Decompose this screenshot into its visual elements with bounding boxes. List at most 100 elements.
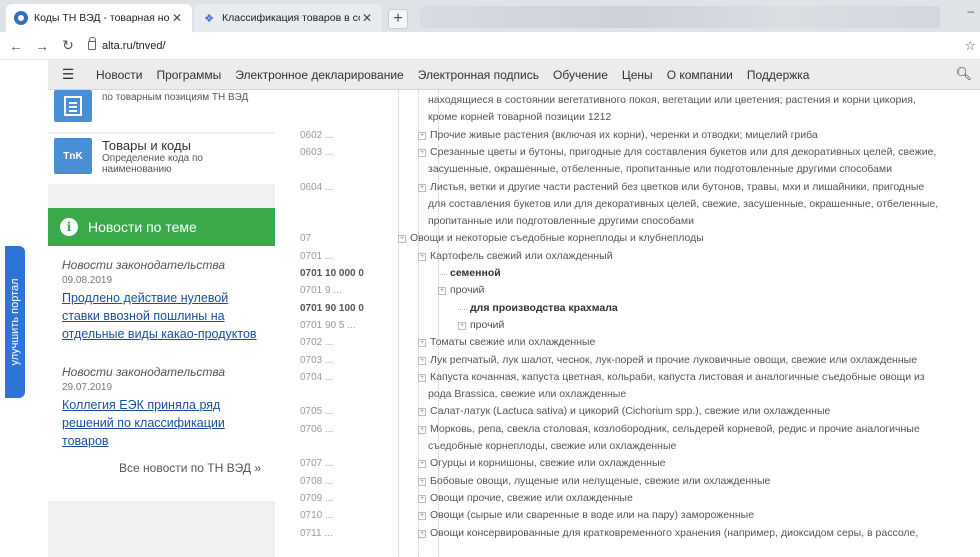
tab-favicon-icon: ❖ <box>204 12 214 25</box>
tree-row-description: Овощи и некоторые съедобные корнеплоды и… <box>410 232 704 245</box>
new-tab-button[interactable]: + <box>388 9 408 29</box>
news-category: Новости законодательства <box>62 258 226 272</box>
expand-toggle-icon[interactable]: + <box>418 339 426 348</box>
menu-item-e-declaration[interactable]: Электронное декларирование <box>235 68 403 82</box>
tree-row[interactable]: 0702 ... + Томаты свежие или охлажденные <box>290 334 980 351</box>
tree-row-code: 0701 ... <box>300 250 334 262</box>
tree-row[interactable]: засушенные, окрашенные, отбеленные, проп… <box>290 161 980 178</box>
bookmark-star-icon[interactable]: ☆ <box>964 38 976 54</box>
tree-row[interactable]: находящиеся в состоянии вегетативного по… <box>290 92 980 109</box>
tree-row[interactable]: 0706 ... + Морковь, репа, свекла столовая,… <box>290 421 980 438</box>
expand-toggle-icon[interactable]: + <box>418 425 426 434</box>
tree-row-description: находящиеся в состоянии вегетативного по… <box>428 94 916 106</box>
tree-row[interactable]: 0701 90 100 0 для производства крахмала <box>290 300 980 317</box>
service-subtitle: по товарным позициям ТН ВЭД <box>102 92 249 103</box>
tab-title: Классификация товаров в соот <box>222 12 360 24</box>
tree-row[interactable]: кроме корней товарной позиции 1212 <box>290 109 980 126</box>
tree-row-description: Овощи (сырые или сваренные в воде или на… <box>430 509 755 522</box>
all-news-link[interactable]: Все новости по ТН ВЭД » <box>119 461 261 475</box>
tree-row[interactable]: 0711 ... + Овощи консервированные для крат… <box>290 525 980 542</box>
menu-item-about[interactable]: О компании <box>667 68 733 82</box>
expand-toggle-icon[interactable]: + <box>418 408 426 417</box>
tree-row[interactable]: 07 + Овощи и некоторые съедобные корнеплод… <box>290 230 980 247</box>
tree-row-description: для составления букетов или для декорати… <box>428 197 939 210</box>
url-field[interactable]: alta.ru/tnved/ <box>88 37 166 52</box>
info-icon: i <box>60 218 78 236</box>
tree-row-description: Бобовые овощи, лущеные или нелущеные, св… <box>430 474 771 487</box>
browser-tab-bar: Коды ТН ВЭД - товарная номе ✕ ❖ Классифи… <box>0 0 980 32</box>
improve-portal-label: улучшить портал <box>9 278 21 366</box>
service-card-goods-codes[interactable]: TnK Товары и коды Определение кода по на… <box>48 134 275 184</box>
reload-icon[interactable]: ↻ <box>58 37 78 54</box>
expand-toggle-icon[interactable]: + <box>418 512 426 521</box>
tree-row[interactable]: 0710 ... + Овощи (сырые или сваренные в во… <box>290 507 980 524</box>
expand-toggle-icon[interactable]: + <box>418 373 426 382</box>
expand-toggle-icon[interactable]: + <box>418 356 426 365</box>
tree-row-code: 0702 ... <box>300 337 334 349</box>
tree-row-code: 0708 ... <box>300 475 334 487</box>
expand-toggle-icon[interactable]: + <box>418 183 426 192</box>
tree-row[interactable]: 0604 ... + Листья, ветки и другие части ра… <box>290 179 980 196</box>
sidebar: по товарным позициям ТН ВЭД TnK Товары и… <box>48 90 275 557</box>
close-tab-icon[interactable]: ✕ <box>170 11 184 25</box>
expand-toggle-icon[interactable]: + <box>418 477 426 486</box>
close-tab-icon[interactable]: ✕ <box>360 11 374 25</box>
expand-toggle-icon[interactable]: + <box>418 460 426 469</box>
window-minimize-icon[interactable]: – <box>967 4 974 18</box>
expand-toggle-icon[interactable]: + <box>418 131 426 140</box>
tree-row-description: рода Brassica, свежие или охлажденные <box>428 388 627 401</box>
expand-toggle-icon[interactable]: + <box>418 494 426 503</box>
alta-favicon-icon <box>14 11 28 25</box>
service-subtitle: Определение кода по наименованию <box>102 153 203 175</box>
expand-toggle-icon[interactable]: + <box>418 148 426 157</box>
back-arrow-icon[interactable]: ← <box>6 38 26 54</box>
menu-item-prices[interactable]: Цены <box>622 68 653 82</box>
tree-row[interactable]: съедобные корнеплоды, свежие или охлажде… <box>290 438 980 455</box>
expand-toggle-icon[interactable]: + <box>418 529 426 538</box>
tree-row[interactable]: рода Brassica, свежие или охлажденные <box>290 386 980 403</box>
tree-row[interactable]: 0701 90 5 ... + прочий <box>290 317 980 334</box>
tree-row[interactable]: 0705 ... + Салат-латук (Lactuca sativa) и … <box>290 403 980 420</box>
document-list-icon <box>54 90 92 122</box>
browser-tab-classification[interactable]: ❖ Классификация товаров в соот ✕ <box>194 4 382 32</box>
tree-row[interactable]: 0602 ... + Прочие живые растения (включая … <box>290 127 980 144</box>
tree-row[interactable]: 0703 ... + Лук репчатый, лук шалот, чеснок… <box>290 352 980 369</box>
tree-row[interactable]: 0701 ... + Картофель свежий или охлажденны… <box>290 248 980 265</box>
service-card-positions[interactable]: по товарным позициям ТН ВЭД <box>48 90 275 132</box>
expand-toggle-icon[interactable]: + <box>398 235 406 244</box>
news-link[interactable]: Коллегия ЕЭК приняла ряд решений по клас… <box>62 396 261 450</box>
browser-tab-alta[interactable]: Коды ТН ВЭД - товарная номе ✕ <box>6 4 192 32</box>
hamburger-menu-icon[interactable]: ☰ <box>54 66 82 83</box>
forward-arrow-icon[interactable]: → <box>32 38 52 54</box>
news-item: Новости законодательства 29.07.2019 Колл… <box>62 365 261 450</box>
tree-row[interactable]: 0701 10 000 0 семенной <box>290 265 980 282</box>
tree-row-code: 0711 ... <box>300 527 333 539</box>
tree-row[interactable]: 0708 ... + Бобовые овощи, лущеные или нелу… <box>290 473 980 490</box>
search-icon[interactable]: 🔍︎ <box>955 66 972 82</box>
tree-row[interactable]: 0704 ... + Капуста кочанная, капуста цветн… <box>290 369 980 386</box>
news-link[interactable]: Продлено действие нулевой ставки ввозной… <box>62 289 261 343</box>
tree-row-description: засушенные, окрашенные, отбеленные, проп… <box>428 163 892 176</box>
expand-toggle-icon[interactable]: + <box>438 287 446 296</box>
tree-row-description: Овощи консервированные для кратковременн… <box>430 526 919 539</box>
menu-item-support[interactable]: Поддержка <box>747 68 810 82</box>
news-section-header: i Новости по теме <box>48 208 275 246</box>
tree-row[interactable]: 0707 ... + Огурцы и корнишоны, свежие или … <box>290 455 980 472</box>
menu-item-training[interactable]: Обучение <box>553 68 608 82</box>
tree-row[interactable]: 0701 9 ... + прочий <box>290 282 980 299</box>
menu-item-e-signature[interactable]: Электронная подпись <box>418 68 539 82</box>
tree-row[interactable]: для составления букетов или для декорати… <box>290 196 980 213</box>
expand-toggle-icon[interactable]: + <box>418 252 426 261</box>
tree-row[interactable]: 0603 ... + Срезанные цветы и бутоны, приго… <box>290 144 980 161</box>
menu-item-news[interactable]: Новости <box>96 68 142 82</box>
tree-leaf-icon <box>458 308 467 310</box>
menu-item-programs[interactable]: Программы <box>156 68 221 82</box>
tree-row-code: 0602 ... <box>300 129 334 141</box>
tree-row[interactable]: 0709 ... + Овощи прочие, свежие или охлажд… <box>290 490 980 507</box>
tree-row[interactable]: пропитанные или подготовленные другими с… <box>290 213 980 230</box>
improve-portal-tab[interactable]: улучшить портал <box>5 246 25 398</box>
tree-row-code: 0707 ... <box>300 458 334 470</box>
tree-row-code: 0701 90 5 ... <box>300 319 356 331</box>
lock-icon <box>88 37 96 50</box>
expand-toggle-icon[interactable]: + <box>458 321 466 330</box>
